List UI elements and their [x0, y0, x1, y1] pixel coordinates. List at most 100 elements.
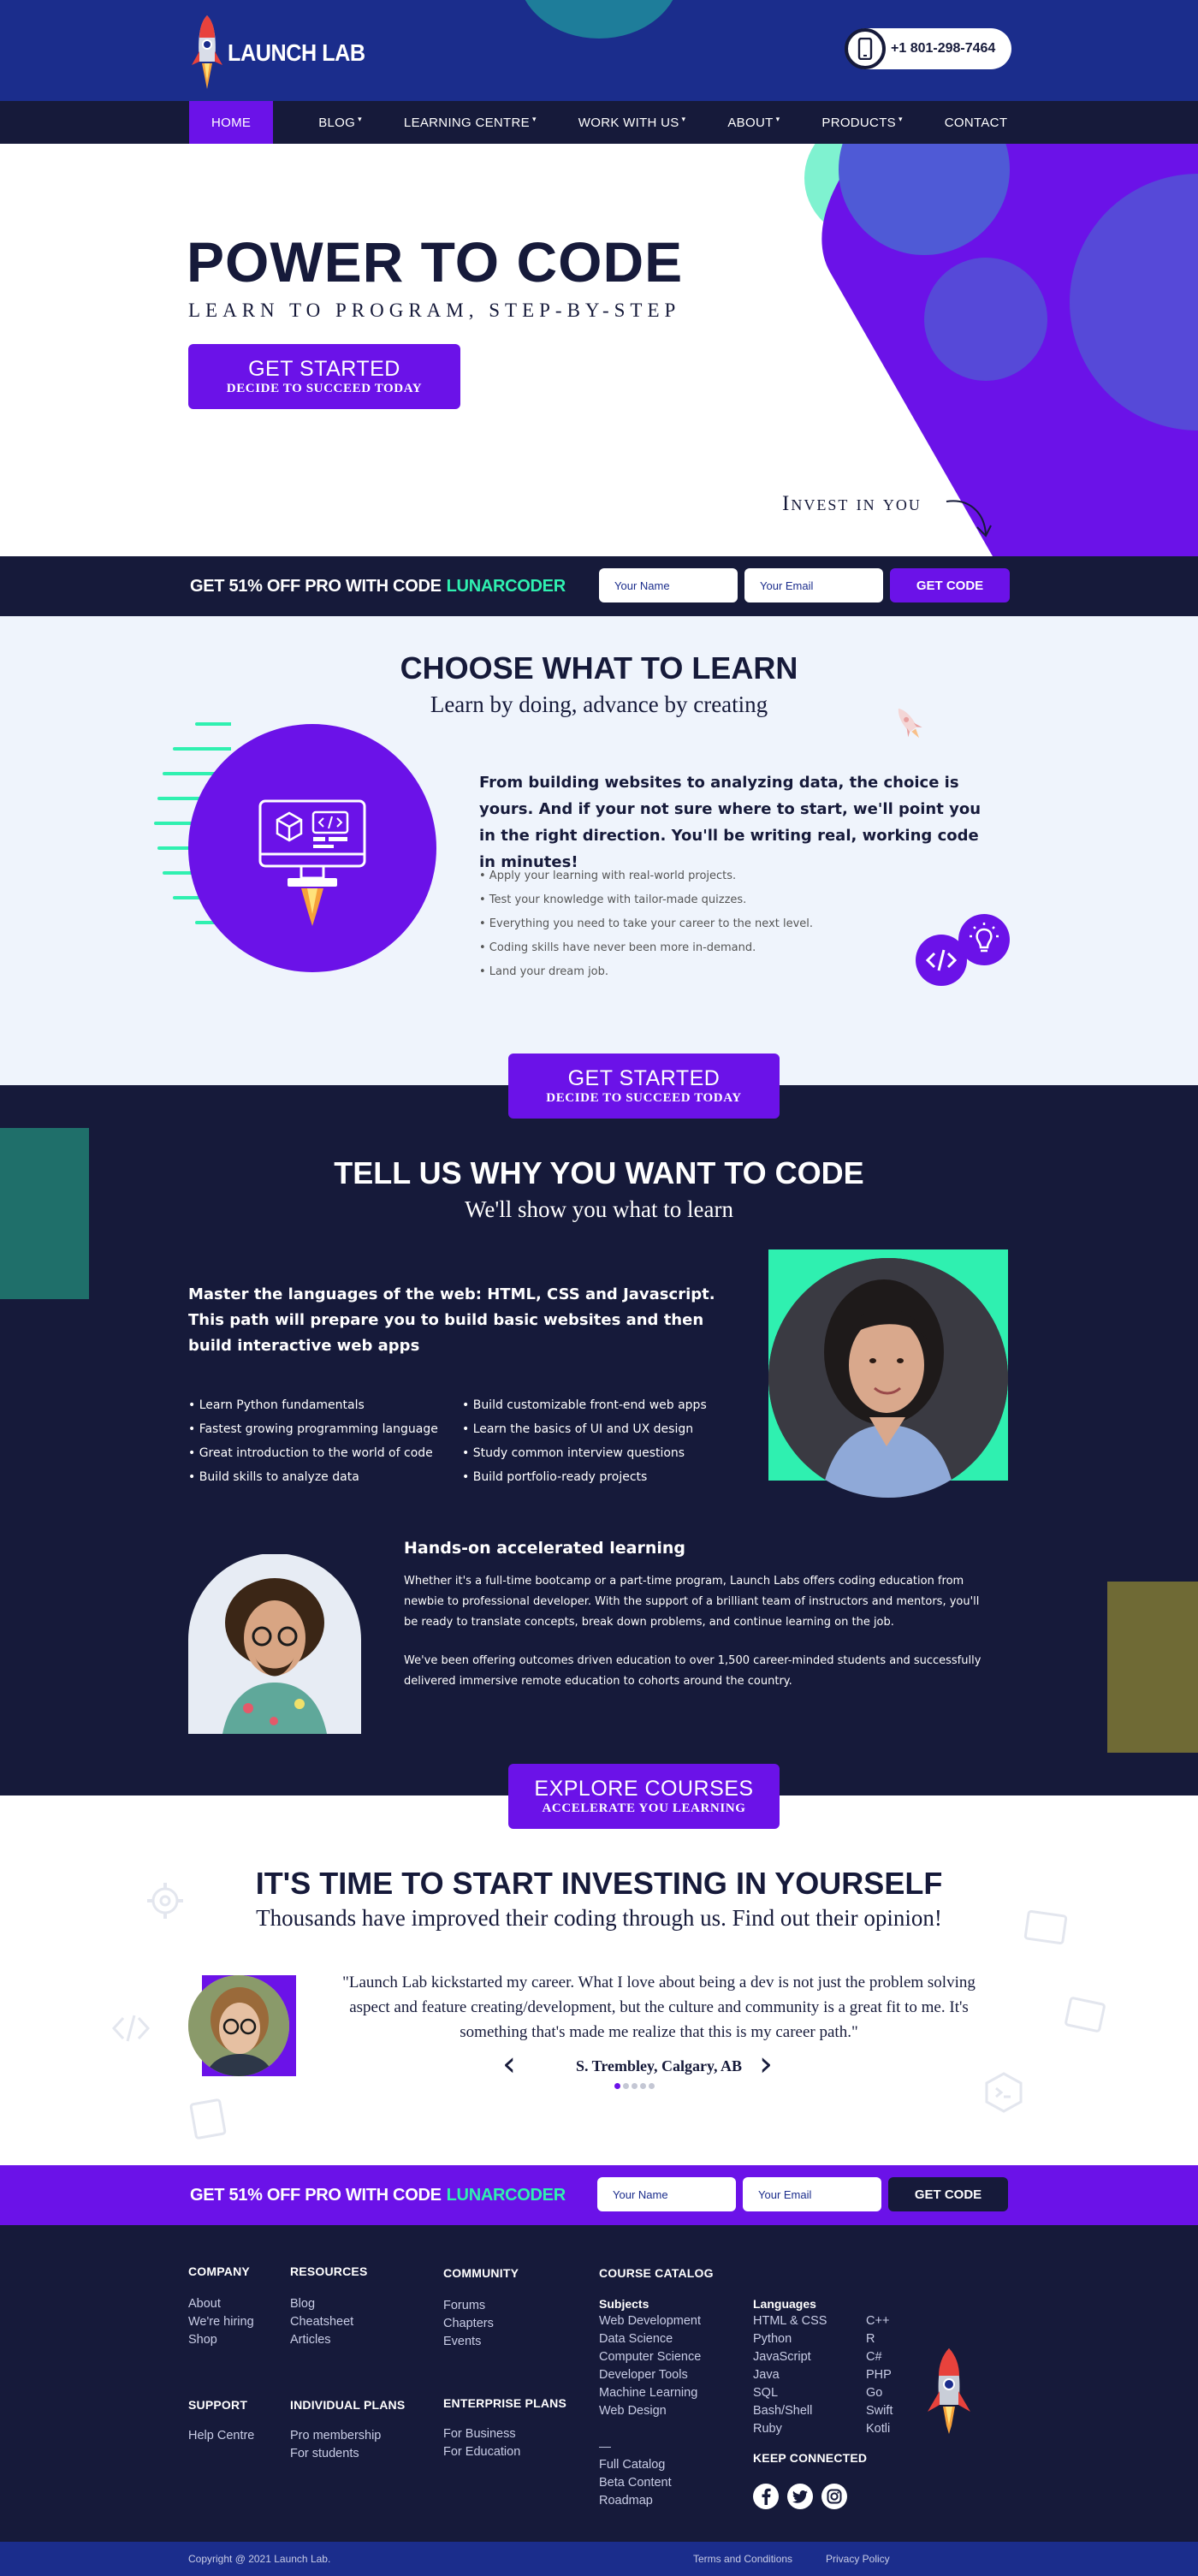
footer-link[interactable]: Data Science: [599, 2330, 701, 2348]
list-item: • Coding skills have never been more in-…: [479, 941, 756, 954]
nav-item-contact[interactable]: CONTACT: [945, 101, 1007, 144]
nav-item-work-with-us[interactable]: WORK WITH US ▾: [578, 101, 686, 144]
get-code-button[interactable]: GET CODE: [890, 568, 1010, 602]
footer-link[interactable]: PHP: [866, 2366, 893, 2384]
get-started-button-secondary[interactable]: GET STARTED DECIDE TO SUCCEED TODAY: [508, 1054, 780, 1119]
twitter-icon[interactable]: [787, 2484, 813, 2509]
list-item: • Build skills to analyze data: [188, 1470, 359, 1484]
carousel-next-button[interactable]: ›: [753, 2047, 779, 2083]
nav-item-home[interactable]: HOME: [189, 101, 274, 144]
list-item: • Learn Python fundamentals: [188, 1398, 365, 1412]
footer-link[interactable]: Go: [866, 2384, 893, 2402]
footer-link[interactable]: Swift: [866, 2402, 893, 2420]
hands-on-paragraph-1: Whether it's a full-time bootcamp or a p…: [404, 1575, 980, 1629]
list-item: • Build customizable front-end web apps: [462, 1398, 707, 1412]
footer-link[interactable]: We're hiring: [188, 2313, 254, 2331]
footer-link[interactable]: About: [188, 2295, 254, 2313]
nav-item-products[interactable]: PRODUCTS ▾: [821, 101, 902, 144]
invest-title: IT'S TIME TO START INVESTING IN YOURSELF: [255, 1866, 943, 1901]
footer-list-enterprise: For Business For Education: [443, 2425, 520, 2461]
footer-heading-individual-plans: INDIVIDUAL PLANS: [290, 2398, 406, 2412]
footer-link[interactable]: Blog: [290, 2295, 353, 2313]
footer-heading-enterprise-plans: ENTERPRISE PLANS: [443, 2396, 566, 2410]
footer-list-languages-a: HTML & CSS Python JavaScript Java SQL Ba…: [753, 2312, 827, 2438]
footer-list-support: Help Centre: [188, 2427, 254, 2445]
footer-list-subjects: Web Development Data Science Computer Sc…: [599, 2312, 701, 2420]
footer-link[interactable]: Python: [753, 2330, 827, 2348]
footer-link[interactable]: Bash/Shell: [753, 2402, 827, 2420]
footer-link[interactable]: Pro membership: [290, 2427, 381, 2445]
list-item: • Land your dream job.: [479, 965, 609, 978]
footer-heading-community: COMMUNITY: [443, 2266, 519, 2280]
site-header: LAUNCH LAB +1 801-298-7464: [0, 0, 1198, 101]
why-lead-text: Master the languages of the web: HTML, C…: [188, 1285, 715, 1355]
carousel-dot[interactable]: [649, 2083, 655, 2089]
explore-courses-button[interactable]: EXPLORE COURSES ACCELERATE YOU LEARNING: [508, 1764, 780, 1829]
carousel-dot[interactable]: [614, 2083, 620, 2089]
carousel-dot[interactable]: [632, 2083, 638, 2089]
footer-link[interactable]: Web Design: [599, 2402, 701, 2420]
promo-text: GET 51% OFF PRO WITH CODE: [190, 2185, 442, 2205]
testimonial-avatar: [188, 1975, 296, 2076]
footer-link[interactable]: Events: [443, 2333, 494, 2351]
footer-link[interactable]: For Education: [443, 2443, 520, 2461]
rocket-logo-icon: [192, 15, 222, 89]
footer-list-community: Forums Chapters Events: [443, 2297, 494, 2351]
footer-link[interactable]: Kotli: [866, 2420, 893, 2438]
why-subtitle: We'll show you what to learn: [465, 1196, 733, 1222]
footer-link[interactable]: Help Centre: [188, 2427, 254, 2445]
nav-item-blog[interactable]: BLOG ▾: [318, 101, 362, 144]
footer-link[interactable]: Computer Science: [599, 2348, 701, 2366]
footer-link[interactable]: Full Catalog: [599, 2456, 672, 2474]
footer-link[interactable]: Ruby: [753, 2420, 827, 2438]
chevron-down-icon: ▾: [775, 114, 780, 123]
footer-link[interactable]: Articles: [290, 2331, 353, 2349]
footer-link[interactable]: C++: [866, 2312, 893, 2330]
footer-link[interactable]: Shop: [188, 2331, 254, 2349]
testimonial-quote: "Launch Lab kickstarted my career. What …: [342, 1974, 976, 2041]
footer-link[interactable]: Cheatsheet: [290, 2313, 353, 2331]
choose-subtitle: Learn by doing, advance by creating: [430, 691, 768, 717]
footer-link[interactable]: Beta Content: [599, 2474, 672, 2492]
footer-link[interactable]: HTML & CSS: [753, 2312, 827, 2330]
footer-rocket-icon: [928, 2348, 970, 2434]
footer-link[interactable]: Web Development: [599, 2312, 701, 2330]
footer-link[interactable]: C#: [866, 2348, 893, 2366]
footer-link[interactable]: Roadmap: [599, 2492, 672, 2510]
email-input[interactable]: [743, 2177, 881, 2211]
email-input[interactable]: [744, 568, 883, 602]
carousel-dot[interactable]: [623, 2083, 629, 2089]
name-input[interactable]: [597, 2177, 736, 2211]
footer-link[interactable]: For students: [290, 2445, 381, 2463]
logo[interactable]: LAUNCH LAB: [190, 12, 381, 94]
invest-subtitle: Thousands have improved their coding thr…: [256, 1905, 942, 1931]
footer-link[interactable]: R: [866, 2330, 893, 2348]
footer-link[interactable]: JavaScript: [753, 2348, 827, 2366]
footer-link[interactable]: Forums: [443, 2297, 494, 2315]
hands-on-title: Hands-on accelerated learning: [404, 1539, 686, 1558]
why-list-left: • Learn Python fundamentals • Fastest gr…: [188, 1393, 438, 1489]
choose-benefits-list: • Apply your learning with real-world pr…: [479, 864, 813, 984]
nav-item-about[interactable]: ABOUT ▾: [727, 101, 780, 144]
facebook-icon[interactable]: [753, 2484, 779, 2509]
footer-subheading-subjects: Subjects: [599, 2297, 649, 2311]
carousel-dot[interactable]: [640, 2083, 646, 2089]
instagram-icon[interactable]: [821, 2484, 847, 2509]
footer-link[interactable]: Chapters: [443, 2315, 494, 2333]
footer-link[interactable]: Machine Learning: [599, 2384, 701, 2402]
footer-link[interactable]: Developer Tools: [599, 2366, 701, 2384]
footer-link[interactable]: For Business: [443, 2425, 520, 2443]
promo-code: LUNARCODER: [446, 576, 566, 596]
list-item: • Apply your learning with real-world pr…: [479, 870, 737, 882]
why-list-right: • Build customizable front-end web apps …: [462, 1393, 707, 1489]
phone-pill[interactable]: +1 801-298-7464: [845, 28, 1011, 69]
html-file-icon: [189, 2098, 227, 2140]
privacy-link[interactable]: Privacy Policy: [826, 2542, 890, 2576]
get-code-button[interactable]: GET CODE: [888, 2177, 1008, 2211]
footer-link[interactable]: SQL: [753, 2384, 827, 2402]
terms-link[interactable]: Terms and Conditions: [693, 2542, 792, 2576]
nav-item-learning-centre[interactable]: LEARNING CENTRE ▾: [404, 101, 537, 144]
footer-link[interactable]: Java: [753, 2366, 827, 2384]
get-started-button[interactable]: GET STARTED DECIDE TO SUCCEED TODAY: [188, 344, 460, 409]
name-input[interactable]: [599, 568, 738, 602]
